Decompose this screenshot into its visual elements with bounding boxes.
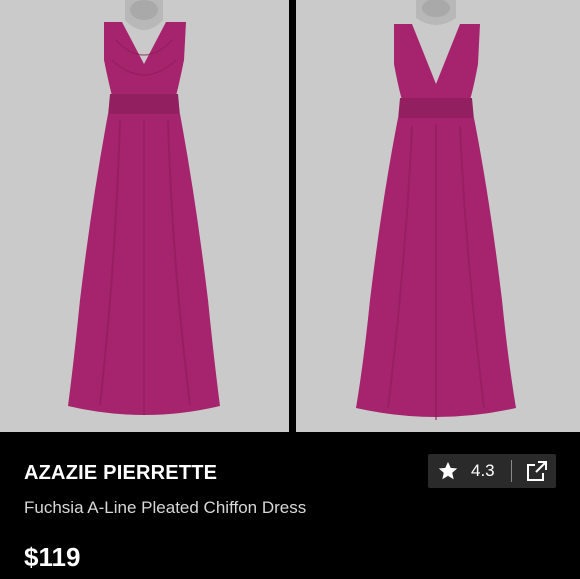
rating-value: 4.3	[471, 461, 495, 480]
rating-share-bar: 4.3	[428, 454, 556, 488]
dress-front-image	[0, 0, 289, 432]
image-gallery	[0, 0, 580, 432]
dress-front-photo[interactable]	[0, 0, 289, 432]
dress-back-photo[interactable]	[296, 0, 580, 432]
star-icon	[438, 461, 458, 480]
dress-back-image	[296, 0, 580, 432]
divider	[510, 460, 512, 482]
product-price: $119	[24, 542, 81, 572]
product-info: AZAZIE PIERRETTE Fuchsia A-Line Pleated …	[0, 432, 580, 579]
share-icon[interactable]	[525, 459, 549, 483]
product-title: Fuchsia A-Line Pleated Chiffon Dress	[24, 498, 307, 517]
brand-name[interactable]: AZAZIE PIERRETTE	[24, 462, 217, 485]
